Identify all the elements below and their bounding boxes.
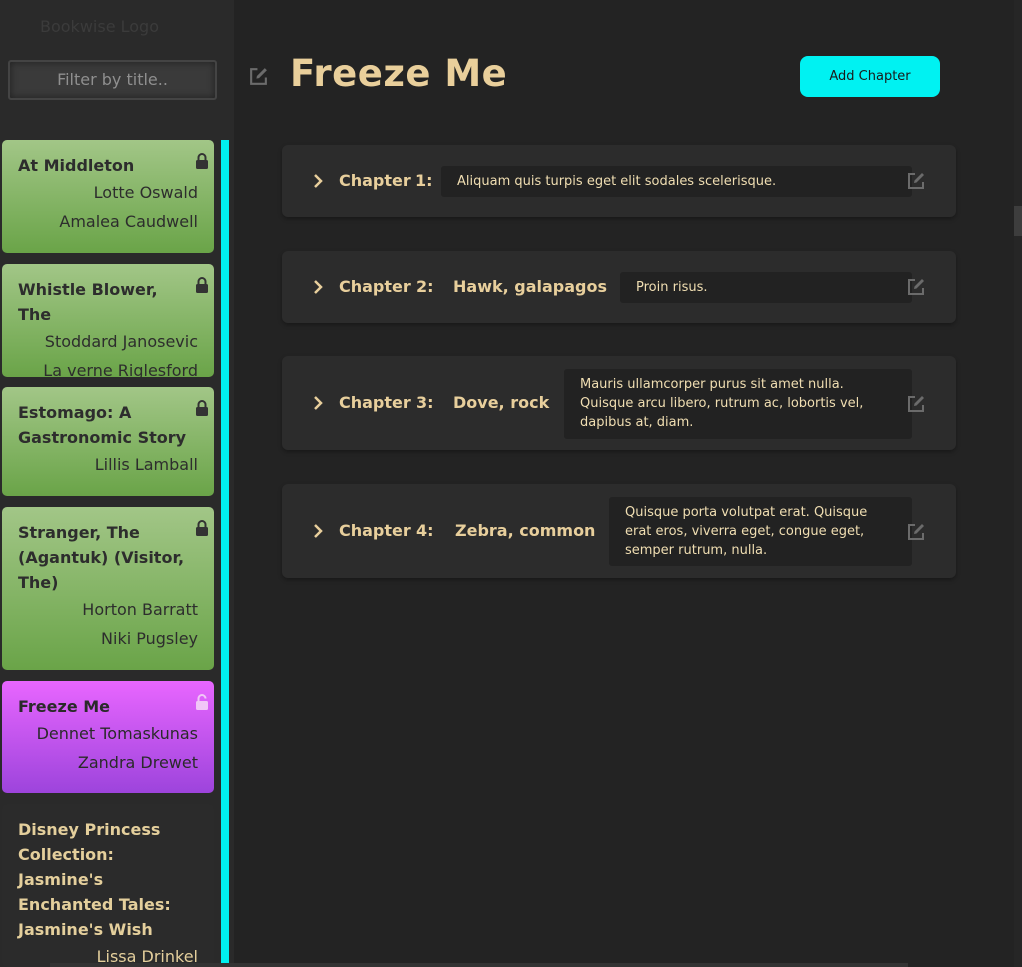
book-card[interactable]: Whistle Blower, The Stoddard Janosevic L… — [2, 264, 214, 377]
book-author: Stoddard Janosevic — [44, 332, 198, 351]
chapter-label: Chapter — [339, 521, 411, 540]
scrollbar-thumb[interactable] — [1014, 206, 1022, 236]
book-title: At Middleton — [18, 156, 135, 175]
book-card[interactable]: At Middleton Lotte Oswald Amalea Caudwel… — [2, 140, 214, 253]
vertical-scrollbar[interactable] — [1014, 0, 1022, 967]
lock-icon[interactable] — [195, 153, 209, 169]
chapter-number: 4: — [416, 521, 434, 540]
lock-icon[interactable] — [195, 520, 209, 536]
book-author: Lillis Lamball — [94, 455, 198, 474]
book-card-selected[interactable]: Freeze Me Dennet Tomaskunas Zandra Drewe… — [2, 681, 214, 793]
book-card[interactable]: Disney Princess Collection: Jasmine's En… — [2, 804, 214, 967]
book-title: Freeze Me — [18, 697, 111, 716]
book-card[interactable]: Estomago: A Gastronomic Story Lillis Lam… — [2, 387, 214, 496]
book-title: Whistle Blower, The — [18, 280, 158, 324]
chapter-row[interactable]: Chapter 2: Hawk, galapagos Proin risus. — [282, 251, 956, 323]
lock-icon[interactable] — [195, 400, 209, 416]
chapter-label: Chapter — [339, 171, 411, 190]
edit-icon[interactable] — [906, 171, 926, 191]
chapter-name: Zebra, common — [455, 521, 596, 540]
sidebar: Bookwise Logo Filter by title.. At Middl… — [0, 0, 234, 967]
chapter-number: 3: — [416, 393, 434, 412]
chapter-name: Hawk, galapagos — [453, 277, 608, 296]
chapter-name: Dove, rock — [453, 393, 550, 412]
chevron-right-icon[interactable] — [312, 523, 324, 539]
chapter-summary: Quisque porta volutpat erat. Quisque era… — [609, 497, 912, 566]
book-author: Lotte Oswald — [93, 183, 198, 202]
edit-icon[interactable] — [906, 522, 926, 542]
book-author: Dennet Tomaskunas — [36, 724, 198, 743]
chapter-summary: Mauris ullamcorper purus sit amet nulla.… — [564, 369, 912, 439]
edit-icon[interactable] — [906, 277, 926, 297]
edit-icon[interactable] — [906, 394, 926, 414]
lock-icon[interactable] — [195, 277, 209, 293]
chapter-summary: Aliquam quis turpis eget elit sodales sc… — [441, 166, 912, 197]
horizontal-scrollbar[interactable] — [50, 963, 908, 967]
book-title: Stranger, The (Agantuk) (Visitor, The) — [18, 523, 185, 592]
book-card[interactable]: Stranger, The (Agantuk) (Visitor, The) H… — [2, 507, 214, 670]
book-author: La verne Riglesford — [43, 361, 198, 377]
unlock-icon[interactable] — [195, 694, 209, 710]
book-title: Estomago: A Gastronomic Story — [18, 403, 187, 447]
book-author: Zandra Drewet — [77, 753, 198, 772]
chapter-row[interactable]: Chapter 3: Dove, rock Mauris ullamcorper… — [282, 356, 956, 450]
chapter-number: 1: — [415, 171, 433, 190]
book-author: Horton Barratt — [82, 600, 198, 619]
chapter-row[interactable]: Chapter 4: Zebra, common Quisque porta v… — [282, 484, 956, 578]
selection-indicator-bar — [221, 140, 229, 967]
chevron-right-icon[interactable] — [312, 395, 324, 411]
chapter-summary: Proin risus. — [620, 272, 912, 303]
chevron-right-icon[interactable] — [312, 279, 324, 295]
book-author: Amalea Caudwell — [59, 212, 198, 231]
add-chapter-button[interactable]: Add Chapter — [800, 56, 940, 97]
book-title: Disney Princess Collection: Jasmine's En… — [18, 820, 171, 939]
chapter-label: Chapter — [339, 277, 411, 296]
logo: Bookwise Logo — [40, 17, 159, 36]
edit-icon[interactable] — [248, 66, 269, 87]
chapter-label: Chapter — [339, 393, 411, 412]
filter-input[interactable]: Filter by title.. — [8, 60, 217, 100]
chevron-right-icon[interactable] — [312, 173, 324, 189]
book-author: Niki Pugsley — [101, 629, 198, 648]
chapter-row[interactable]: Chapter 1: Aliquam quis turpis eget elit… — [282, 145, 956, 217]
page-title: Freeze Me — [290, 52, 508, 95]
chapter-number: 2: — [416, 277, 434, 296]
